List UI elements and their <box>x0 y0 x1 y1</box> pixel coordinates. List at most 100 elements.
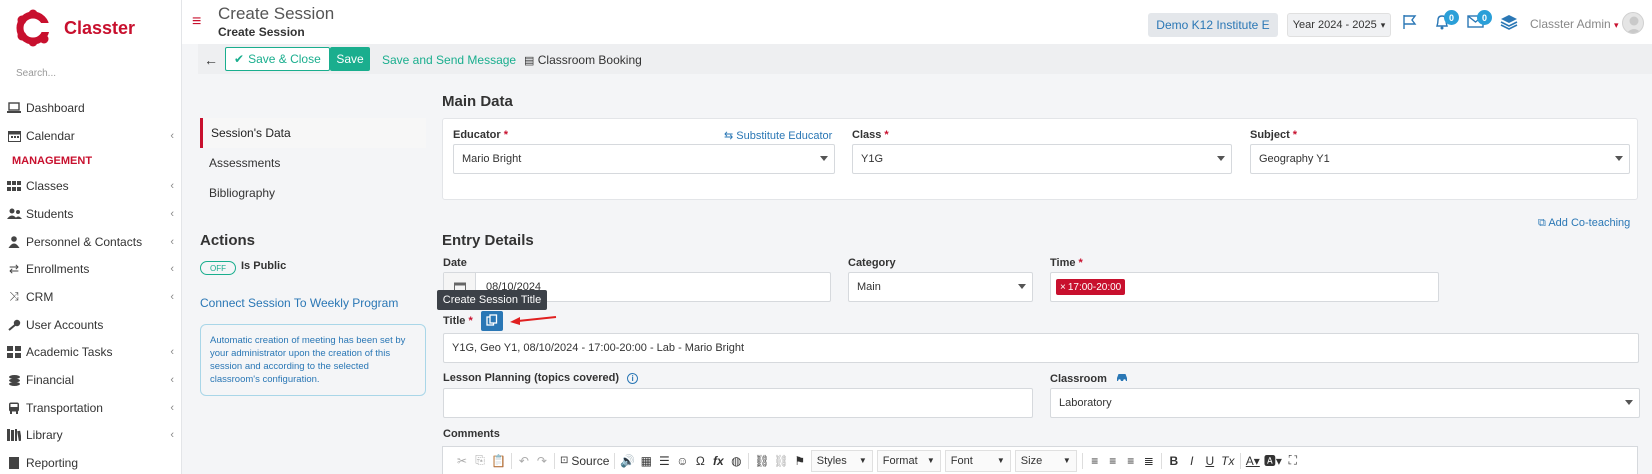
source-icon: ⊡ <box>559 455 569 466</box>
size-dropdown[interactable]: Size ▼ <box>1014 449 1077 472</box>
table-icon[interactable]: ▦ <box>637 451 655 471</box>
align-center-icon[interactable]: ≡ <box>1104 451 1122 471</box>
add-coteaching-link[interactable]: ⧉ Add Co-teaching <box>1538 217 1630 230</box>
undo-icon[interactable]: ↶ <box>515 451 533 471</box>
time-field[interactable]: × 17:00-20:00 <box>1050 272 1439 302</box>
sidebar-item-calendar[interactable]: Calendar ‹ <box>0 122 182 150</box>
exchange-icon: ⇄ <box>8 262 20 277</box>
classroom-select[interactable]: Laboratory <box>1050 388 1640 418</box>
globe-icon[interactable]: ◍ <box>727 451 745 471</box>
bg-color-icon[interactable]: 🅰▾ <box>1262 451 1284 471</box>
audio-icon[interactable]: 🔊 <box>618 451 637 471</box>
horizontal-line-icon[interactable]: ☰ <box>655 451 673 471</box>
session-title-input[interactable]: Y1G, Geo Y1, 08/10/2024 - 17:00-20:00 - … <box>443 333 1639 363</box>
layers-icon[interactable] <box>1500 14 1518 35</box>
lesson-planning-input[interactable] <box>443 388 1033 418</box>
logo[interactable]: Classter <box>16 8 135 48</box>
sidebar-item-enrollments[interactable]: ⇄ Enrollments ‹ <box>0 255 182 283</box>
tab-bibliography[interactable]: Bibliography <box>200 178 426 208</box>
chevron-left-icon: ‹ <box>170 401 174 414</box>
sidebar-item-transportation[interactable]: Transportation ‹ <box>0 394 182 422</box>
copy-icon <box>486 313 498 329</box>
sidebar-item-user-accounts[interactable]: User Accounts <box>0 311 182 339</box>
sidebar-item-students[interactable]: Students ‹ <box>0 200 182 228</box>
category-select[interactable]: Main <box>848 272 1033 302</box>
text-color-icon[interactable]: A▾ <box>1244 451 1262 471</box>
save-button[interactable]: Save <box>330 47 370 71</box>
shuffle-icon: ⤨ <box>9 289 19 304</box>
anchor-flag-icon[interactable]: ⚑ <box>791 451 809 471</box>
educator-select[interactable]: Mario Bright <box>453 144 835 174</box>
tab-assessments[interactable]: Assessments <box>200 148 426 178</box>
sidebar-item-personnel[interactable]: Personnel & Contacts ‹ <box>0 228 182 256</box>
paste-icon[interactable]: 📋 <box>489 451 508 471</box>
caret-down-icon <box>1018 284 1026 289</box>
substitute-icon: ⇆ <box>724 130 734 142</box>
clear-format-icon[interactable]: Tx <box>1219 451 1237 471</box>
create-session-title-button[interactable] <box>481 311 503 331</box>
main-data-title: Main Data <box>442 93 513 110</box>
year-selector[interactable]: Year 2024 - 2025 ▾ <box>1287 13 1391 37</box>
user-menu[interactable]: Classter Admin ▾ <box>1530 17 1619 31</box>
tab-sessions-data[interactable]: Session's Data <box>200 118 426 148</box>
align-justify-icon[interactable]: ≣ <box>1140 451 1158 471</box>
link-icon[interactable]: ⛓ <box>752 451 771 471</box>
report-icon <box>6 457 22 470</box>
flag-icon[interactable] <box>1402 14 1418 35</box>
chevron-left-icon: ‹ <box>170 207 174 220</box>
sidebar-item-library[interactable]: Library ‹ <box>0 422 182 450</box>
books-icon <box>6 429 22 442</box>
required-marker: * <box>503 129 509 141</box>
font-dropdown[interactable]: Font ▼ <box>944 449 1011 472</box>
maximize-icon[interactable]: ⛶ <box>1284 451 1302 471</box>
hamburger-menu-icon[interactable]: ≡ <box>192 14 201 30</box>
sidebar-item-academic-tasks[interactable]: Academic Tasks ‹ <box>0 339 182 367</box>
required-marker: * <box>884 129 889 141</box>
sidebar-item-dashboard[interactable]: Dashboard <box>0 94 182 122</box>
save-send-message-link[interactable]: Save and Send Message <box>382 53 516 67</box>
classroom-booking-link[interactable]: ▤ Classroom Booking <box>524 53 642 67</box>
styles-dropdown[interactable]: Styles ▼ <box>810 449 873 472</box>
class-select[interactable]: Y1G <box>852 144 1232 174</box>
chevron-left-icon: ‹ <box>170 263 174 276</box>
calendar-icon <box>6 129 22 142</box>
chevron-left-icon: ‹ <box>170 290 174 303</box>
avatar[interactable] <box>1622 12 1644 34</box>
save-close-button[interactable]: ✔ Save & Close <box>225 47 330 71</box>
is-public-toggle[interactable]: OFF <box>200 261 236 275</box>
redo-icon[interactable]: ↷ <box>533 451 551 471</box>
info-icon[interactable]: i <box>627 373 639 384</box>
connect-weekly-program-link[interactable]: Connect Session To Weekly Program <box>200 296 398 310</box>
smiley-icon[interactable]: ☺ <box>673 451 691 471</box>
format-dropdown[interactable]: Format ▼ <box>876 449 941 472</box>
sidebar-item-financial[interactable]: Financial ‹ <box>0 366 182 394</box>
copy-icon[interactable]: ⎘ <box>471 451 489 471</box>
bold-icon[interactable]: B <box>1165 451 1183 471</box>
create-title-tooltip: Create Session Title <box>437 290 547 310</box>
substitute-educator-link[interactable]: ⇆ Substitute Educator <box>724 129 832 142</box>
unlink-icon[interactable]: ⛓ <box>772 451 791 471</box>
cut-icon[interactable]: ✂ <box>453 451 471 471</box>
underline-icon[interactable]: U <box>1201 451 1219 471</box>
institute-selector[interactable]: Demo K12 Institute E <box>1148 13 1278 37</box>
back-arrow-icon[interactable]: ← <box>204 52 218 68</box>
special-char-icon[interactable]: Ω <box>691 451 709 471</box>
remove-icon[interactable]: × <box>1060 282 1066 293</box>
source-button[interactable]: ⊡ Source <box>558 451 611 471</box>
car-icon[interactable] <box>1116 373 1128 385</box>
sidebar-item-crm[interactable]: ⤨ CRM ‹ <box>0 283 182 311</box>
formula-icon[interactable]: fx <box>709 451 727 471</box>
substitute-educator-label: Substitute Educator <box>736 130 833 142</box>
classroom-booking-label: Classroom Booking <box>537 53 642 67</box>
align-left-icon[interactable]: ≡ <box>1086 451 1104 471</box>
subject-select[interactable]: Geography Y1 <box>1250 144 1630 174</box>
align-right-icon[interactable]: ≡ <box>1122 451 1140 471</box>
search-input[interactable]: Search... <box>16 68 56 79</box>
comments-label: Comments <box>443 428 500 440</box>
separator <box>553 452 555 469</box>
sidebar-item-classes[interactable]: Classes ‹ <box>0 172 182 200</box>
time-chip[interactable]: × 17:00-20:00 <box>1056 279 1126 295</box>
sidebar-item-label: Financial <box>26 373 75 388</box>
italic-icon[interactable]: I <box>1183 451 1201 471</box>
sidebar-item-reporting[interactable]: Reporting <box>0 449 182 474</box>
